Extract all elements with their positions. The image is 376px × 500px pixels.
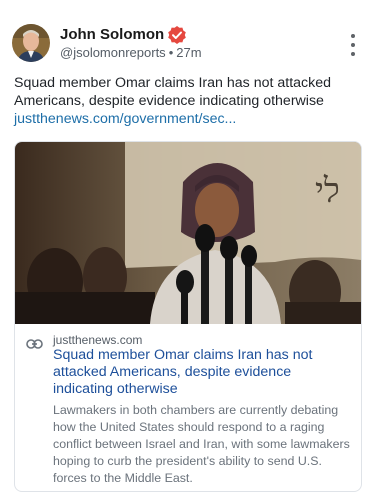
more-vertical-icon[interactable] — [346, 34, 360, 56]
card-body: justthenews.com Squad member Omar claims… — [15, 325, 361, 491]
author-name[interactable]: John Solomon — [60, 26, 164, 43]
card-image[interactable]: לי — [15, 142, 361, 324]
meta-separator: • — [168, 45, 174, 60]
verified-badge-icon — [167, 25, 187, 45]
post-header: John Solomon @jsolomonreports • 27m — [12, 24, 364, 66]
post-meta: @jsolomonreports • 27m — [60, 45, 202, 60]
social-post: John Solomon @jsolomonreports • 27m Squad … — [0, 0, 376, 500]
author-handle[interactable]: @jsolomonreports — [60, 45, 166, 60]
post-link[interactable]: justthenews.com/government/sec... — [14, 110, 236, 128]
card-description: Lawmakers in both chambers are currently… — [53, 403, 350, 485]
link-icon — [26, 336, 43, 349]
card-title[interactable]: Squad member Omar claims Iran has not at… — [53, 347, 353, 398]
post-time: 27m — [176, 45, 202, 60]
card-domain: justthenews.com — [53, 333, 143, 347]
link-preview-card[interactable]: לי justthenews.com Squad member Omar cla… — [14, 141, 362, 492]
post-text: Squad member Omar claims Iran has not at… — [14, 75, 331, 109]
author-avatar[interactable] — [12, 24, 50, 62]
svg-text:לי: לי — [315, 171, 340, 211]
